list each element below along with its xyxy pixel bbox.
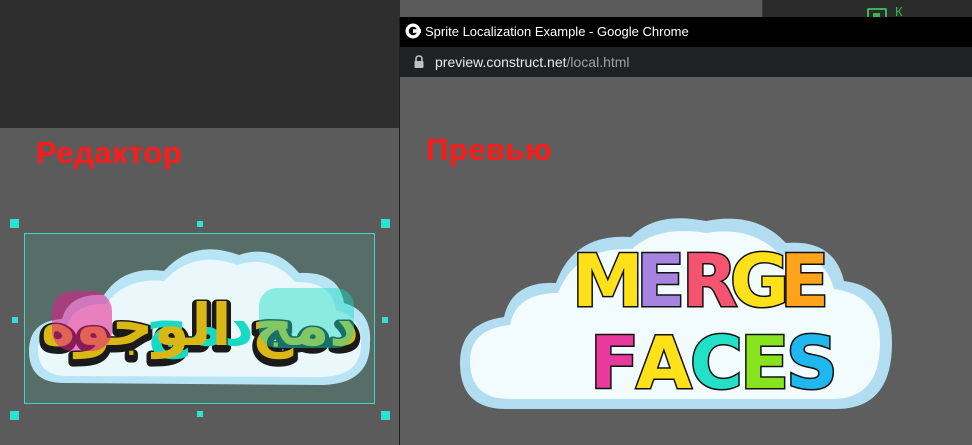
letter-e2: E	[780, 239, 829, 323]
letter-e3: E	[740, 321, 789, 405]
resize-handle-right[interactable]	[382, 317, 388, 323]
preview-heading: Превью	[426, 132, 553, 167]
screen: К Редактор دمج الوجوه دمج دمج الوجوه Spr…	[0, 0, 972, 445]
letter-s: S	[786, 321, 838, 405]
arabic-logo-sprite[interactable]: دمج الوجوه دمج دمج الوجوه	[24, 233, 375, 404]
resize-handle-bottom-right[interactable]	[381, 411, 390, 420]
resize-handle-bottom-left[interactable]	[10, 411, 19, 420]
resize-handle-left[interactable]	[12, 317, 18, 323]
window-title: Sprite Localization Example - Google Chr…	[425, 24, 689, 39]
merge-faces-lettering: M E R G E F A C E S	[571, 238, 840, 407]
editor-toolbar-area	[0, 0, 400, 128]
lock-icon[interactable]	[413, 55, 425, 69]
letter-e: E	[636, 239, 685, 323]
letter-a: A	[636, 321, 692, 405]
accent-cyan	[259, 288, 354, 348]
resize-handle-top-right[interactable]	[381, 219, 390, 228]
merge-faces-logo-sprite: M E R G E F A C E S	[460, 218, 892, 409]
url-text[interactable]: preview.construct.net/local.html	[435, 54, 630, 70]
address-bar[interactable]: preview.construct.net/local.html	[400, 47, 972, 77]
browser-window: Sprite Localization Example - Google Chr…	[399, 17, 972, 445]
editor-heading: Редактор	[36, 135, 183, 170]
letter-m: M	[572, 239, 644, 323]
letter-f: F	[590, 321, 639, 405]
construct-logo-icon	[405, 23, 421, 39]
resize-handle-top-left[interactable]	[10, 219, 19, 228]
resize-handle-top[interactable]	[197, 221, 203, 227]
editor-top-right-panel: К	[762, 0, 972, 20]
letter-c: C	[690, 321, 743, 405]
accent-pink	[52, 291, 112, 351]
resize-handle-bottom[interactable]	[197, 411, 203, 417]
browser-titlebar[interactable]: Sprite Localization Example - Google Chr…	[400, 17, 972, 47]
top-right-label[interactable]: К	[895, 4, 903, 17]
